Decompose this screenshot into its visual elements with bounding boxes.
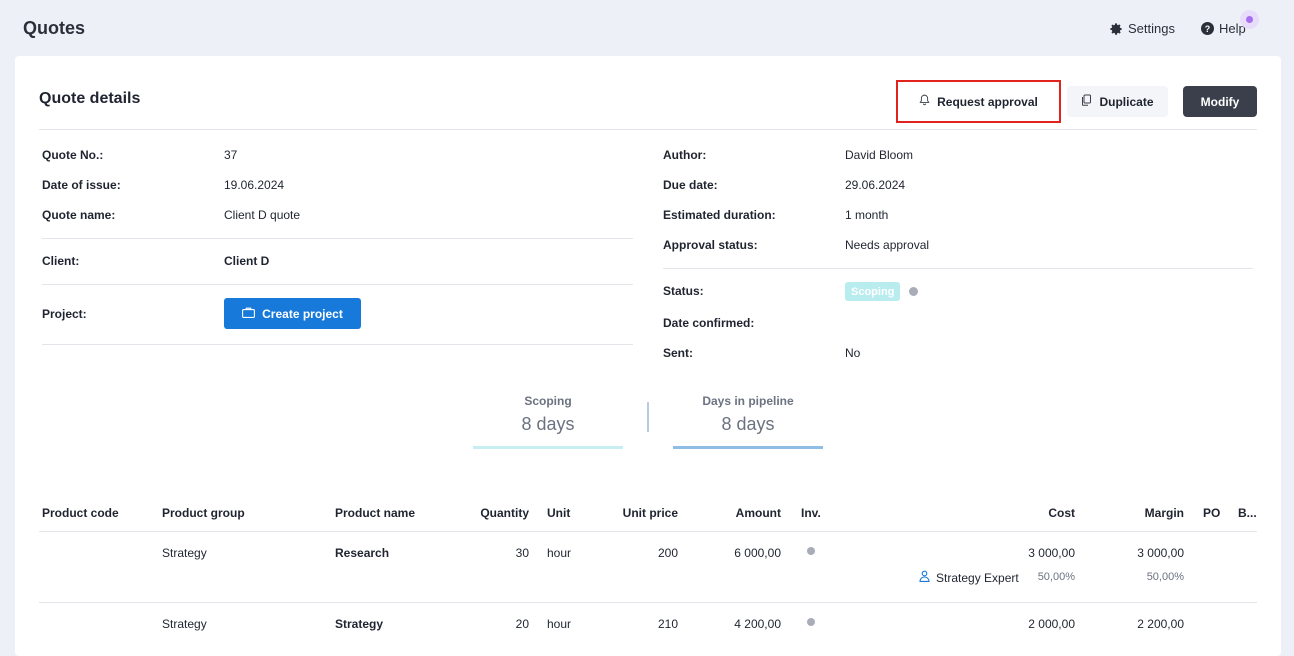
column-header-b[interactable]: B... xyxy=(1238,506,1257,520)
cell-margin: 2 200,00 xyxy=(1137,617,1184,631)
cell-product-name: Strategy xyxy=(335,617,384,631)
quote-no-value: 37 xyxy=(224,148,238,162)
approval-status-value: Needs approval xyxy=(845,238,930,252)
due-date-label: Due date: xyxy=(663,178,718,192)
approval-status-label: Approval status: xyxy=(663,238,758,252)
stat-separator xyxy=(647,402,649,432)
cell-amount: 4 200,00 xyxy=(734,617,781,631)
estimated-duration-value: 1 month xyxy=(845,208,889,222)
top-bar: Quotes Settings ? Help xyxy=(0,0,1294,56)
request-approval-button[interactable]: Request approval xyxy=(896,80,1061,123)
column-header-amount[interactable]: Amount xyxy=(701,506,781,520)
cost-percent: 50,00% xyxy=(1037,571,1075,583)
cell-unit-price: 210 xyxy=(657,617,678,631)
column-header-product-group[interactable]: Product group xyxy=(162,506,245,520)
column-header-unit-price[interactable]: Unit price xyxy=(598,506,678,520)
settings-link[interactable]: Settings xyxy=(1109,21,1175,36)
stat-label: Scoping xyxy=(524,394,572,408)
divider xyxy=(39,129,1257,130)
divider xyxy=(663,268,1253,269)
scoping-stat: Scoping 8 days xyxy=(473,394,623,449)
sent-label: Sent: xyxy=(663,346,693,360)
divider xyxy=(39,531,1257,532)
status-badge[interactable]: Scoping xyxy=(845,282,901,301)
invoice-status-dot xyxy=(807,618,815,626)
request-approval-label: Request approval xyxy=(937,94,1038,109)
divider xyxy=(42,284,633,285)
stat-value: 8 days xyxy=(721,414,775,434)
quote-details-card: Quote details Request approval Duplicate… xyxy=(15,56,1281,656)
invoice-status-dot xyxy=(807,547,815,555)
column-header-inv[interactable]: Inv. xyxy=(801,506,821,520)
bell-icon xyxy=(919,94,930,109)
due-date-value: 29.06.2024 xyxy=(845,178,906,192)
settings-label: Settings xyxy=(1128,21,1175,36)
divider xyxy=(42,238,633,239)
briefcase-icon xyxy=(242,307,256,321)
column-header-quantity[interactable]: Quantity xyxy=(459,506,529,520)
author-value: David Bloom xyxy=(845,148,914,162)
svg-text:?: ? xyxy=(1205,24,1210,34)
divider xyxy=(39,602,1257,603)
client-label: Client: xyxy=(42,254,80,268)
quote-name-label: Quote name: xyxy=(42,208,116,222)
person-icon xyxy=(919,570,930,585)
date-confirmed-label: Date confirmed: xyxy=(663,316,755,330)
duplicate-label: Duplicate xyxy=(1099,94,1154,109)
status-label: Status: xyxy=(663,284,704,298)
date-of-issue-label: Date of issue: xyxy=(42,178,121,192)
cell-unit: hour xyxy=(547,546,572,560)
card-title: Quote details xyxy=(39,90,141,107)
resource-name: Strategy Expert xyxy=(936,570,1019,585)
stat-value: 8 days xyxy=(521,414,575,434)
divider xyxy=(42,344,633,345)
cell-unit-price: 200 xyxy=(657,546,678,560)
column-header-cost[interactable]: Cost xyxy=(975,506,1075,520)
quote-name-value: Client D quote xyxy=(224,208,301,222)
cell-quantity: 30 xyxy=(515,546,529,560)
sent-value: No xyxy=(845,346,861,360)
question-icon: ? xyxy=(1201,22,1214,35)
notification-dot[interactable] xyxy=(1240,10,1259,29)
cell-cost: 3 000,00 xyxy=(1028,546,1075,560)
stat-bar xyxy=(673,446,823,449)
help-link[interactable]: ? Help xyxy=(1201,21,1246,36)
create-project-button[interactable]: Create project xyxy=(224,298,361,329)
column-header-po[interactable]: PO xyxy=(1203,506,1220,520)
cell-unit: hour xyxy=(547,617,572,631)
status-dot xyxy=(909,287,918,296)
page-title: Quotes xyxy=(23,18,86,38)
cell-amount: 6 000,00 xyxy=(734,546,781,560)
cell-product-group: Strategy xyxy=(162,546,207,560)
days-in-pipeline-stat: Days in pipeline 8 days xyxy=(673,394,823,449)
modify-button[interactable]: Modify xyxy=(1183,86,1257,117)
copy-icon xyxy=(1081,94,1092,109)
stat-bar xyxy=(473,446,623,449)
column-header-product-code[interactable]: Product code xyxy=(42,506,119,520)
cell-cost: 2 000,00 xyxy=(1028,617,1075,631)
stat-label: Days in pipeline xyxy=(702,394,794,408)
quote-no-label: Quote No.: xyxy=(42,148,104,162)
column-header-product-name[interactable]: Product name xyxy=(335,506,415,520)
column-header-margin[interactable]: Margin xyxy=(1084,506,1184,520)
resource-item: Strategy Expert xyxy=(919,570,1019,585)
client-value[interactable]: Client D xyxy=(224,254,269,268)
project-label: Project: xyxy=(42,307,87,321)
date-of-issue-value: 19.06.2024 xyxy=(224,178,285,192)
estimated-duration-label: Estimated duration: xyxy=(663,208,776,222)
create-project-label: Create project xyxy=(262,306,343,321)
margin-percent: 50,00% xyxy=(1146,571,1184,583)
cell-quantity: 20 xyxy=(515,617,529,631)
cell-product-group: Strategy xyxy=(162,617,207,631)
gear-icon xyxy=(1109,22,1123,36)
duplicate-button[interactable]: Duplicate xyxy=(1067,86,1168,117)
column-header-unit[interactable]: Unit xyxy=(547,506,570,520)
author-label: Author: xyxy=(663,148,707,162)
cell-product-name: Research xyxy=(335,546,390,560)
cell-margin: 3 000,00 xyxy=(1137,546,1184,560)
